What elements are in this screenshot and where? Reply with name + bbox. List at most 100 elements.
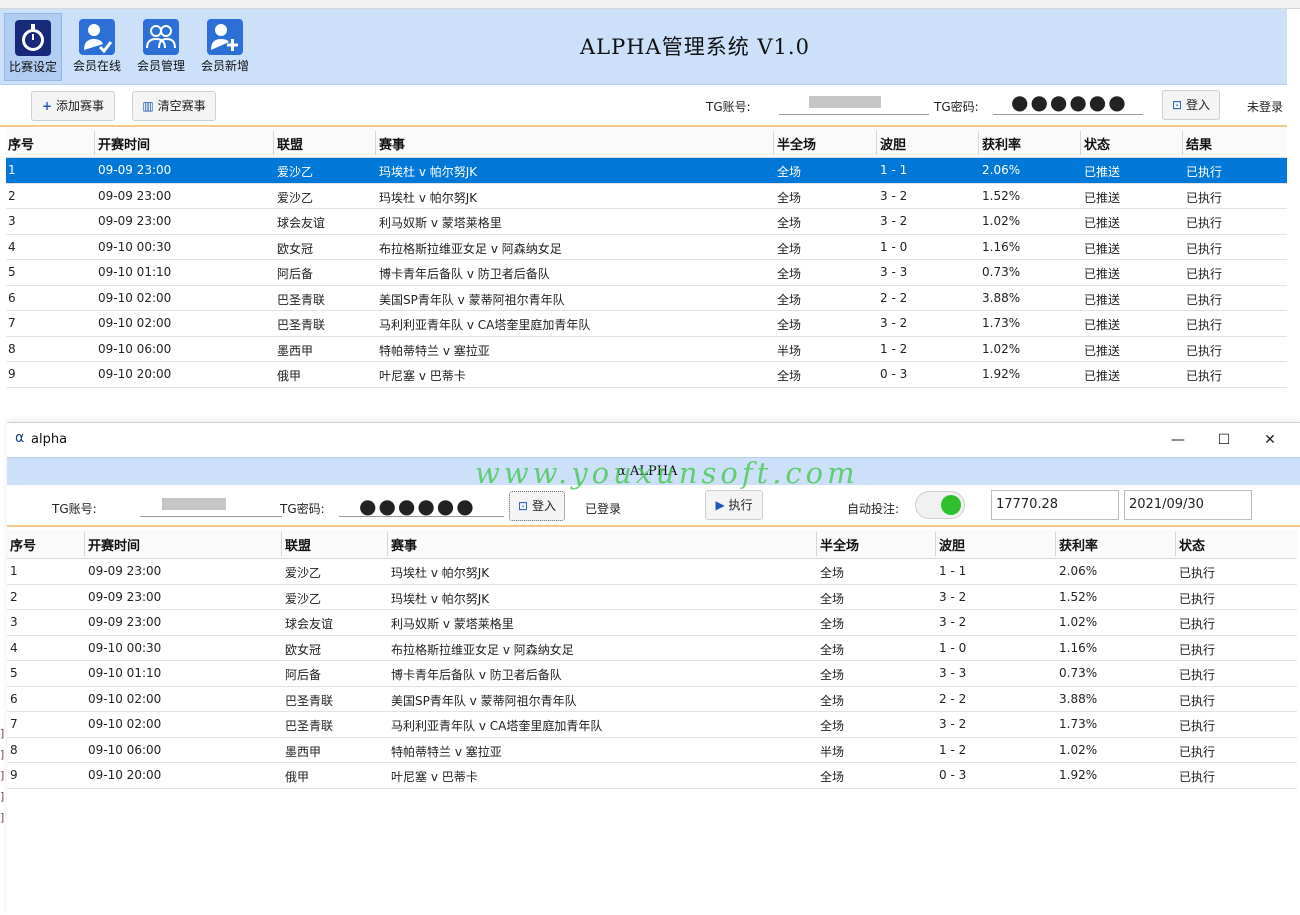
column-header[interactable]: 结果 <box>1182 134 1212 153</box>
table-row[interactable]: 2 09-09 23:00 爱沙乙 玛埃杜 v 帕尔努JK 全场 3 - 2 1.52% 已执… <box>7 585 1297 610</box>
execute-button[interactable]: ▶ 执行 <box>705 490 763 520</box>
column-header[interactable]: 波胆 <box>876 134 906 153</box>
tool-match-settings[interactable]: 比赛设定 <box>4 13 62 81</box>
table-cell: 欧女冠 <box>277 241 314 256</box>
table-cell: 已推送 <box>1084 318 1121 332</box>
table-cell: 玛埃杜 v 帕尔努JK <box>379 165 478 179</box>
table-row[interactable]: 8 09-10 06:00 墨西甲 特帕蒂特兰 v 塞拉亚 半场 1 - 2 1.02% 已推… <box>6 337 1287 362</box>
column-header[interactable]: 半全场 <box>773 134 816 153</box>
table-cell: 全场 <box>820 591 845 606</box>
table-row[interactable]: 6 09-10 02:00 巴圣青联 美国SP青年队 v 蒙蒂阿祖尔青年队 全场 2 - … <box>6 286 1287 311</box>
close-button[interactable]: ✕ <box>1247 428 1293 452</box>
minimize-icon: — <box>1171 432 1185 448</box>
table-cell: 已推送 <box>1084 241 1121 256</box>
column-header[interactable]: 状态 <box>1175 535 1205 554</box>
table-cell: 爱沙乙 <box>277 190 314 205</box>
table-cell: 玛埃杜 v 帕尔努JK <box>391 566 490 580</box>
toggle-knob <box>941 495 961 515</box>
table-row[interactable]: 4 09-10 00:30 欧女冠 布拉格斯拉维亚女足 v 阿森纳女足 全场 1 - 0 1… <box>6 235 1287 260</box>
table-row[interactable]: 3 09-09 23:00 球会友谊 利马奴斯 v 蒙塔莱格里 全场 3 - 2 1.02%… <box>7 610 1297 636</box>
table-cell: 09-09 23:00 <box>98 163 172 177</box>
table-cell: 1.92% <box>1059 768 1098 782</box>
auto-bet-toggle[interactable] <box>915 491 965 519</box>
tool-member-management[interactable]: 会员管理 <box>132 13 190 81</box>
table-cell: 1.52% <box>1059 589 1098 604</box>
table-cell: 3 - 2 <box>880 214 908 228</box>
balance-field[interactable]: 17770.28 <box>991 490 1119 520</box>
column-header[interactable]: 半全场 <box>816 535 859 554</box>
column-header[interactable]: 获利率 <box>978 134 1021 153</box>
table-cell: 09-09 23:00 <box>98 188 172 203</box>
column-header[interactable]: 序号 <box>6 535 36 554</box>
side-glyph: ] <box>0 790 5 803</box>
column-header[interactable]: 开赛时间 <box>84 535 140 554</box>
table-row[interactable]: 9 09-10 20:00 俄甲 叶尼塞 v 巴蒂卡 全场 0 - 3 1.92% 已推送 已执… <box>6 362 1287 388</box>
table-row[interactable]: 3 09-09 23:00 球会友谊 利马奴斯 v 蒙塔莱格里 全场 3 - 2 1.02%… <box>6 209 1287 235</box>
table-cell: 0 - 3 <box>939 768 967 782</box>
tg-account-input[interactable] <box>140 491 282 517</box>
table-row[interactable]: 1 09-09 23:00 爱沙乙 玛埃杜 v 帕尔努JK 全场 1 - 1 2.06% 已推… <box>6 158 1287 184</box>
trash-icon: ▥ <box>142 99 154 113</box>
clear-matches-label: 清空赛事 <box>157 99 206 113</box>
tool-add-member[interactable]: 会员新增 <box>196 13 254 81</box>
column-header[interactable]: 联盟 <box>281 535 311 554</box>
table-cell: 09-10 01:10 <box>98 265 172 279</box>
table-row[interactable]: 6 09-10 02:00 巴圣青联 美国SP青年队 v 蒙蒂阿祖尔青年队 全场 2 - … <box>7 687 1297 712</box>
tg-password-input[interactable]: ●●●●●● <box>339 491 504 517</box>
column-header[interactable]: 波胆 <box>935 535 965 554</box>
login-label: 登入 <box>531 499 556 513</box>
tool-label: 会员管理 <box>136 59 185 73</box>
table-row[interactable]: 5 09-10 01:10 阿后备 博卡青年后备队 v 防卫者后备队 全场 3 - 3 0.… <box>6 260 1287 286</box>
plus-icon: + <box>42 99 53 113</box>
window-top-strip <box>0 0 1300 9</box>
table-row[interactable]: 8 09-10 06:00 墨西甲 特帕蒂特兰 v 塞拉亚 半场 1 - 2 1.02% 已执… <box>7 738 1297 763</box>
table-cell: 2.06% <box>982 163 1021 177</box>
table-cell: 09-10 20:00 <box>88 768 162 782</box>
table-cell: 博卡青年后备队 v 防卫者后备队 <box>379 267 550 281</box>
table-cell: 09-09 23:00 <box>88 615 162 629</box>
date-field[interactable]: 2021/09/30 <box>1124 490 1252 520</box>
table-cell: 0.73% <box>982 265 1021 279</box>
tool-members-online[interactable]: 会员在线 <box>68 13 126 81</box>
table-cell: 1 - 1 <box>880 163 908 177</box>
table-cell: 2 - 2 <box>939 691 967 706</box>
tg-account-input[interactable] <box>779 89 929 115</box>
table-cell: 3.88% <box>1059 691 1098 706</box>
alpha-banner: α ALPHA www.youxunsoft.com <box>7 456 1300 490</box>
login-button[interactable]: ⊡ 登入 <box>1162 90 1220 120</box>
column-header[interactable]: 序号 <box>4 134 34 153</box>
table-cell: 全场 <box>777 165 802 179</box>
table-row[interactable]: 9 09-10 20:00 俄甲 叶尼塞 v 巴蒂卡 全场 0 - 3 1.92% 已执行 <box>7 763 1297 789</box>
table-row[interactable]: 7 09-10 02:00 巴圣青联 马利利亚青年队 v CA塔奎里庭加青年队 全场 3 … <box>7 712 1297 738</box>
login-button[interactable]: ⊡ 登入 <box>509 491 565 521</box>
table-row[interactable]: 4 09-10 00:30 欧女冠 布拉格斯拉维亚女足 v 阿森纳女足 全场 1 - 0 1… <box>7 636 1297 661</box>
column-header[interactable]: 赛事 <box>375 134 405 153</box>
table-cell: 叶尼塞 v 巴蒂卡 <box>379 369 466 383</box>
clear-matches-button[interactable]: ▥ 清空赛事 <box>132 91 216 121</box>
table-cell: 1.52% <box>982 188 1021 203</box>
table-cell: 全场 <box>820 770 845 784</box>
table-row[interactable]: 7 09-10 02:00 巴圣青联 马利利亚青年队 v CA塔奎里庭加青年队 全场 3 … <box>6 311 1287 337</box>
table-cell: 欧女冠 <box>285 642 322 657</box>
user-add-icon <box>207 19 243 55</box>
table-row[interactable]: 5 09-10 01:10 阿后备 博卡青年后备队 v 防卫者后备队 全场 3 - 3 0.… <box>7 661 1297 687</box>
users-icon <box>143 19 179 55</box>
table-cell: 09-10 20:00 <box>98 367 172 381</box>
add-match-button[interactable]: + 添加赛事 <box>31 91 115 121</box>
maximize-button[interactable]: ☐ <box>1201 428 1247 452</box>
table-row[interactable]: 1 09-09 23:00 爱沙乙 玛埃杜 v 帕尔努JK 全场 1 - 1 2.06% 已执… <box>7 559 1297 585</box>
column-header[interactable]: 赛事 <box>387 535 417 554</box>
table-row[interactable]: 2 09-09 23:00 爱沙乙 玛埃杜 v 帕尔努JK 全场 3 - 2 1.52% 已推… <box>6 184 1287 209</box>
tg-password-input[interactable]: ●●●●●● <box>993 89 1143 115</box>
column-header[interactable]: 状态 <box>1080 134 1110 153</box>
column-header[interactable]: 联盟 <box>273 134 303 153</box>
table-cell: 巴圣青联 <box>285 719 334 733</box>
table-cell: 7 <box>8 316 16 330</box>
column-header[interactable]: 获利率 <box>1055 535 1098 554</box>
table-cell: 巴圣青联 <box>277 318 326 332</box>
column-header[interactable]: 开赛时间 <box>94 134 150 153</box>
table-cell: 全场 <box>777 216 802 230</box>
minimize-button[interactable]: — <box>1155 428 1201 452</box>
table-cell: 3.88% <box>982 290 1021 305</box>
table-cell: 已推送 <box>1084 267 1121 281</box>
